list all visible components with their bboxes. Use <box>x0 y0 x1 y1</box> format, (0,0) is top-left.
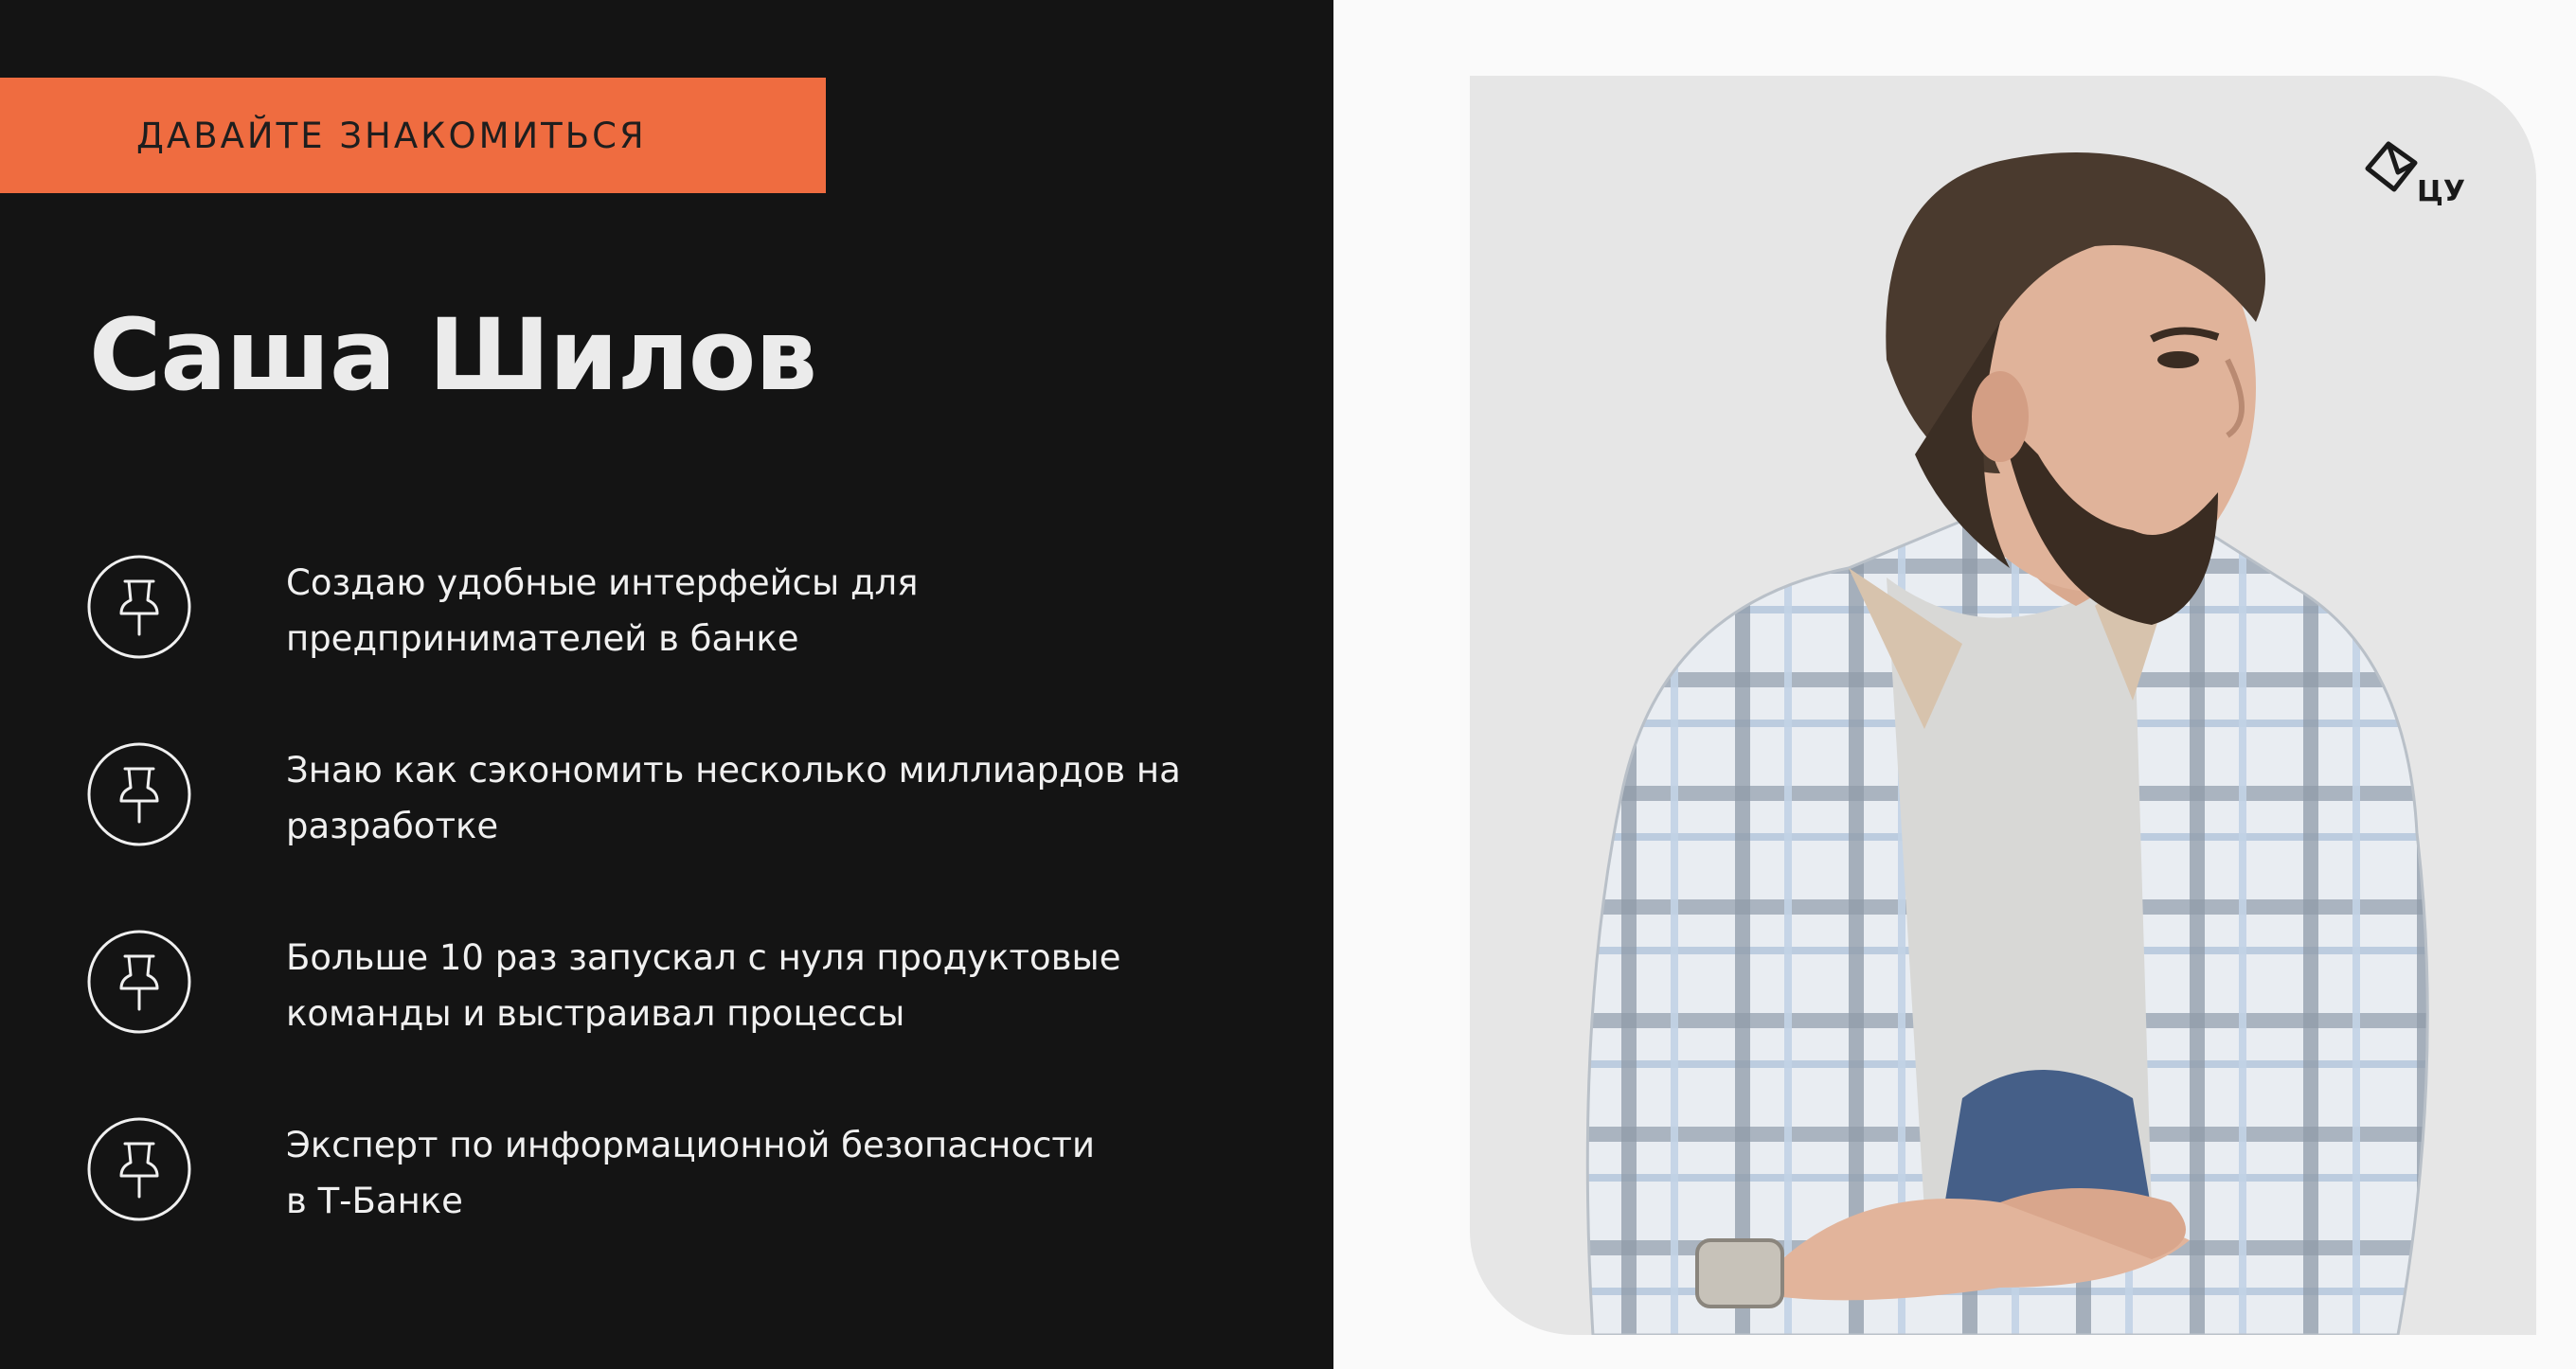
pushpin-icon <box>87 1117 191 1221</box>
fact-text: Больше 10 раз запускал с нуля продуктовы… <box>286 937 1121 1034</box>
speaker-photo: ЦУ <box>1470 76 2536 1335</box>
cu-logo: ЦУ <box>2365 141 2465 208</box>
section-tag-label: ДАВАЙТЕ ЗНАКОМИТЬСЯ <box>136 115 647 156</box>
speaker-name: Саша Шилов <box>89 297 817 413</box>
section-tag: ДАВАЙТЕ ЗНАКОМИТЬСЯ <box>0 78 826 193</box>
fact-item: Больше 10 раз запускал с нуля продуктовы… <box>87 930 1309 1117</box>
left-panel: ДАВАЙТЕ ЗНАКОМИТЬСЯ Саша Шилов Создаю уд… <box>0 0 1333 1369</box>
facts-list: Создаю удобные интерфейсы для предприним… <box>87 555 1309 1305</box>
fact-item: Знаю как сэкономить несколько миллиардов… <box>87 742 1309 930</box>
slide: ДАВАЙТЕ ЗНАКОМИТЬСЯ Саша Шилов Создаю уд… <box>0 0 2576 1369</box>
fact-text: Эксперт по информационной безопасности в… <box>286 1125 1096 1221</box>
fact-item: Создаю удобные интерфейсы для предприним… <box>87 555 1309 742</box>
speaker-portrait <box>1585 152 2429 1335</box>
pushpin-icon <box>87 555 191 659</box>
pushpin-icon <box>87 742 191 846</box>
fact-text: Знаю как сэкономить несколько миллиардов… <box>286 750 1181 846</box>
logo-text: ЦУ <box>2417 175 2465 208</box>
fact-item: Эксперт по информационной безопасности в… <box>87 1117 1309 1305</box>
pushpin-icon <box>87 930 191 1034</box>
fact-text: Создаю удобные интерфейсы для предприним… <box>286 562 919 659</box>
